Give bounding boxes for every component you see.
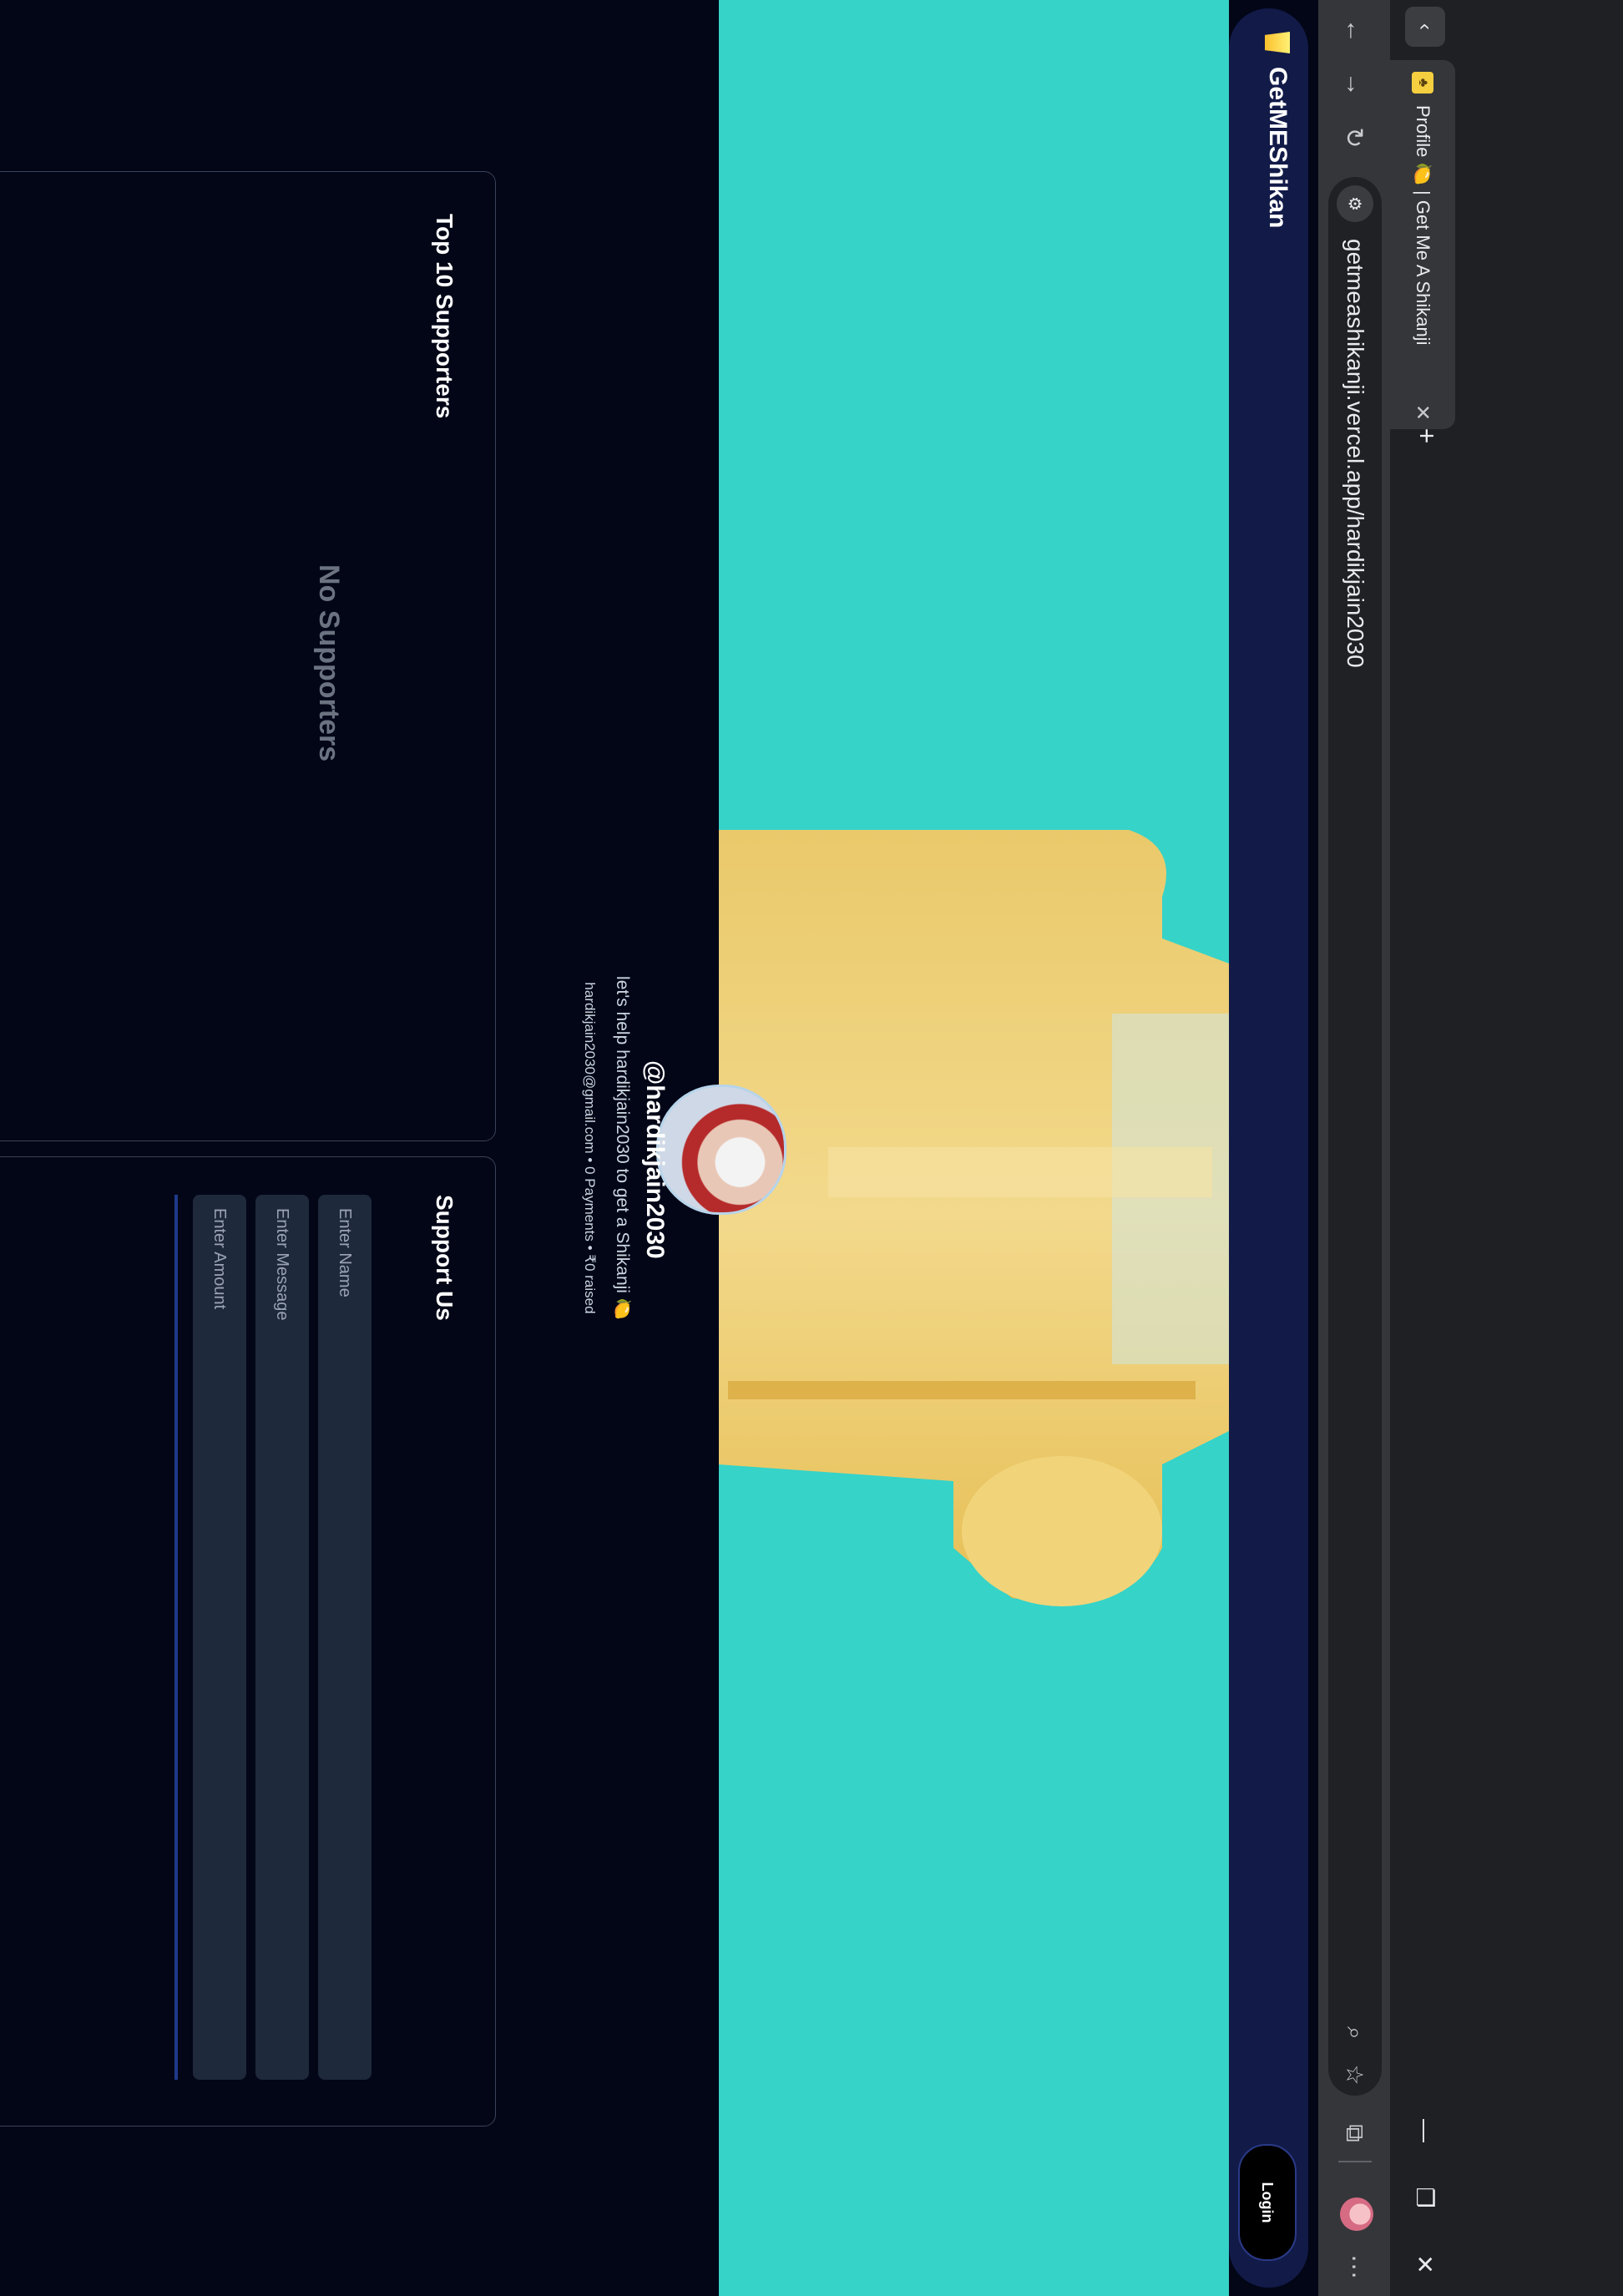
profile-avatar bbox=[656, 1085, 786, 1215]
support-title: Support Us bbox=[432, 1195, 458, 1321]
profile-tagline: let's help hardikjain2030 to get a Shika… bbox=[613, 976, 632, 1320]
profile-stats: hardikjain2030@gmail.com • 0 Payments • … bbox=[582, 982, 598, 1314]
site-info-icon[interactable]: ⚙ bbox=[1337, 185, 1373, 222]
window-minimize-button[interactable]: — bbox=[1405, 2111, 1445, 2151]
top-supporters-card: Top 10 Supporters No Supporters bbox=[0, 171, 496, 1141]
tab-favicon-icon: ♣ bbox=[1412, 72, 1433, 94]
extensions-icon[interactable]: ⧉ bbox=[1333, 2112, 1375, 2154]
web-page: GetMEShikan Login @hardikjain2030 let's … bbox=[0, 0, 1318, 2296]
lemonade-glass-icon bbox=[1265, 32, 1290, 53]
zoom-icon[interactable]: ⌕ bbox=[1334, 2012, 1376, 2054]
rotated-screen: ‹ ♣ Profile 🍋 | Get Me A Shikanji ✕ + — … bbox=[0, 0, 1623, 2296]
back-arrow-icon[interactable]: ← bbox=[1333, 10, 1375, 52]
name-input[interactable]: Enter Name bbox=[318, 1195, 372, 2080]
address-bar[interactable]: ⚙ getmeashikanji.vercel.app/hardikjain20… bbox=[1328, 177, 1382, 2096]
cover-image bbox=[719, 0, 1229, 2296]
brand-name: GetMEShikan bbox=[1264, 67, 1292, 229]
amount-input[interactable]: Enter Amount bbox=[193, 1195, 246, 2080]
url-text[interactable]: getmeashikanji.vercel.app/hardikjain2030 bbox=[1342, 239, 1368, 2012]
profile-handle: @hardikjain2030 bbox=[641, 1060, 669, 1259]
reload-icon[interactable]: ↻ bbox=[1333, 117, 1375, 159]
bookmark-star-icon[interactable]: ☆ bbox=[1334, 2054, 1376, 2096]
support-form-card: Support Us Enter Name Enter Message Ente… bbox=[0, 1156, 496, 2127]
profile-avatar-icon[interactable] bbox=[1340, 2197, 1373, 2231]
more-menu-icon[interactable]: ⋯ bbox=[1333, 2246, 1375, 2288]
window-close-button[interactable]: ✕ bbox=[1405, 2244, 1445, 2284]
forward-arrow-icon[interactable]: → bbox=[1333, 63, 1375, 105]
pay-button-edge[interactable] bbox=[174, 1195, 178, 2080]
browser-toolbar: ← → ↻ ⚙ getmeashikanji.vercel.app/hardik… bbox=[1318, 0, 1390, 2296]
login-button[interactable]: Login bbox=[1238, 2144, 1297, 2261]
browser-tab-active[interactable]: ♣ Profile 🍋 | Get Me A Shikanji ✕ bbox=[1390, 60, 1455, 429]
tab-title: Profile 🍋 | Get Me A Shikanji bbox=[1413, 105, 1433, 346]
message-input[interactable]: Enter Message bbox=[255, 1195, 309, 2080]
site-brand[interactable]: GetMEShikan bbox=[1263, 32, 1292, 228]
browser-titlebar: ‹ ♣ Profile 🍋 | Get Me A Shikanji ✕ + — … bbox=[1390, 0, 1460, 2296]
window-restore-button[interactable]: ❐ bbox=[1405, 2177, 1445, 2218]
toolbar-divider bbox=[1338, 2161, 1372, 2162]
new-tab-button[interactable]: + bbox=[1408, 417, 1445, 454]
tab-search-button[interactable]: ‹ bbox=[1405, 7, 1445, 47]
supporters-title: Top 10 Supporters bbox=[432, 214, 458, 419]
lemonade-glass-image bbox=[719, 830, 1229, 1606]
site-navbar: GetMEShikan Login bbox=[1229, 8, 1308, 2288]
no-supporters-text: No Supporters bbox=[313, 564, 345, 762]
